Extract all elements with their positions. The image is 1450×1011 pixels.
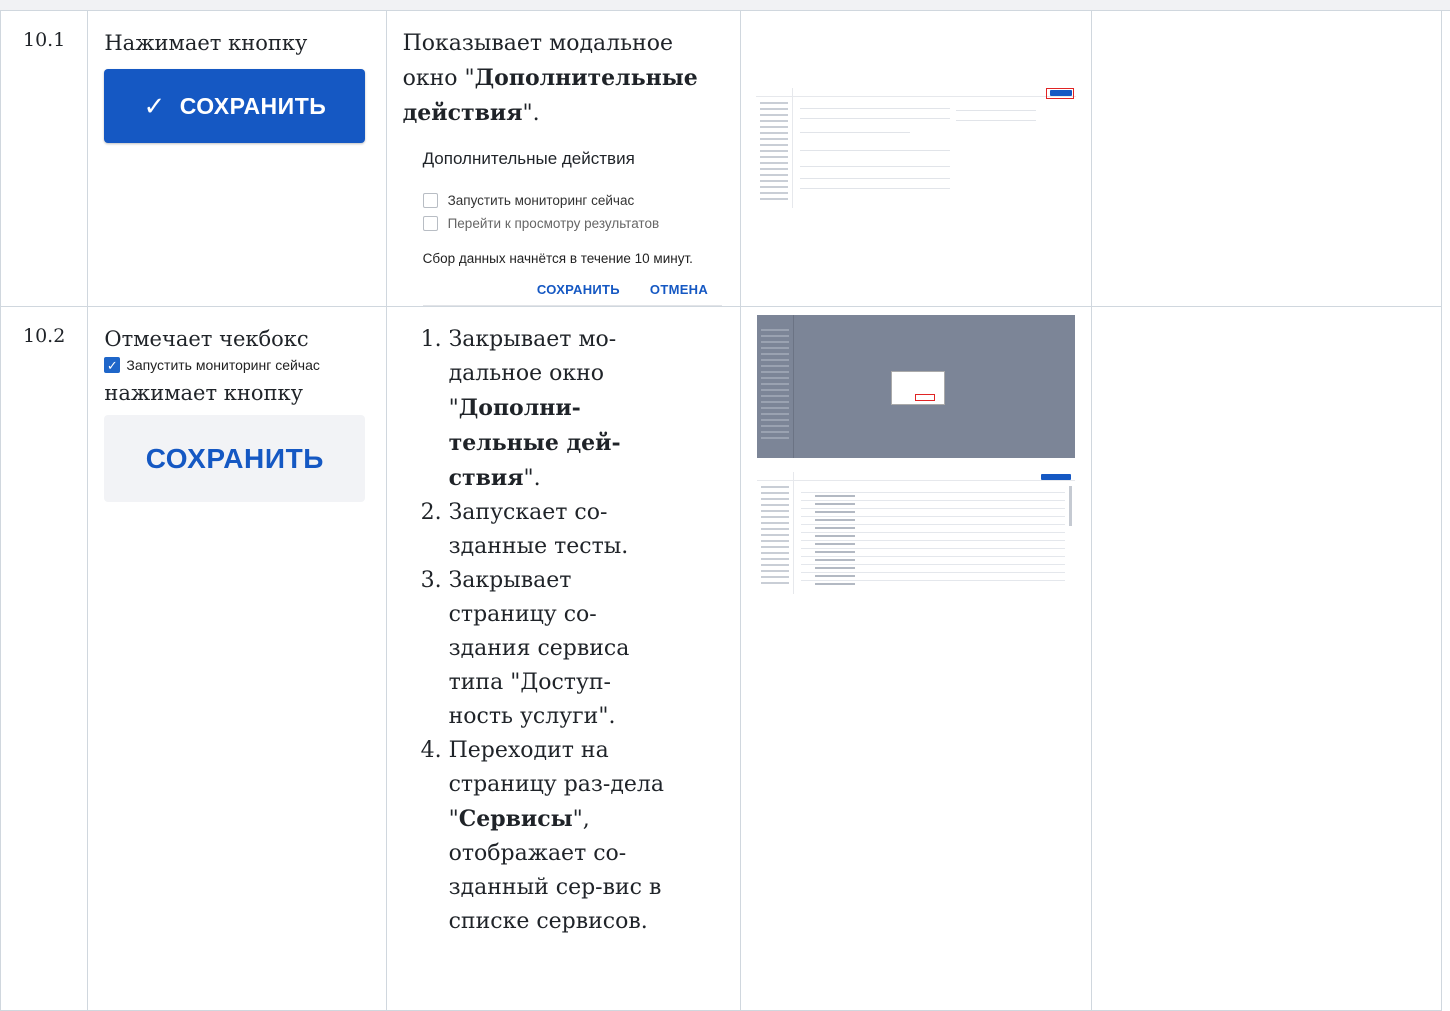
empty-cell bbox=[1090, 10, 1443, 307]
action-cell: Отмечает чекбокс ✓ Запустить мониторинг … bbox=[87, 306, 387, 1011]
modal-cancel-button[interactable]: ОТМЕНА bbox=[650, 282, 708, 297]
thumb-modal bbox=[890, 371, 945, 405]
form-screenshot-thumbnail bbox=[755, 88, 1076, 208]
action-text: нажимает кнопку bbox=[104, 381, 304, 405]
table-row: 10.1 Нажимает кнопку ✓ СОХРАНИТЬ Показыв… bbox=[0, 10, 1443, 307]
result-suffix: ". bbox=[522, 101, 540, 126]
list-item: Закрывает мо- дальное окно "Дополни-тель… bbox=[449, 323, 669, 496]
result-cell: Показывает модальное окно "Дополнительны… bbox=[385, 10, 742, 307]
action-cell: Нажимает кнопку ✓ СОХРАНИТЬ bbox=[87, 10, 387, 307]
highlight-box bbox=[914, 394, 935, 401]
check-icon: ✓ bbox=[143, 90, 166, 121]
result-list: Закрывает мо- дальное окно "Дополни-тель… bbox=[387, 323, 669, 939]
action-text: Отмечает чекбокс bbox=[104, 327, 309, 351]
modal-save-button[interactable]: СОХРАНИТЬ bbox=[537, 282, 620, 297]
thumb-topbar bbox=[755, 88, 1076, 97]
step-number-cell: 10.2 bbox=[0, 306, 89, 1011]
modal-overlay-screenshot-thumbnail bbox=[756, 315, 1075, 458]
thumb-sidebar bbox=[757, 472, 794, 594]
list-item: Закрывает страницу со-здания сервиса тип… bbox=[449, 564, 669, 734]
list-item: Переходит на страницу раз-дела "Сервисы"… bbox=[449, 734, 669, 939]
checkbox-label: Перейти к просмотру результатов bbox=[447, 216, 660, 231]
step-number: 10.2 bbox=[23, 325, 66, 347]
thumb-topbar bbox=[756, 472, 1075, 481]
screenshot-cell bbox=[740, 10, 1092, 307]
save-button-label: СОХРАНИТЬ bbox=[179, 92, 327, 119]
thumb-scrollbar bbox=[1068, 486, 1072, 526]
modal-note: Сбор данных начнётся в течение 10 минут. bbox=[422, 251, 693, 266]
checkbox-label: Запустить мониторинг сейчас bbox=[126, 357, 320, 373]
table-row: 10.2 Отмечает чекбокс ✓ Запустить монито… bbox=[0, 306, 1443, 1011]
result-text: Показывает модальное окно "Дополнительны… bbox=[387, 12, 739, 132]
screenshot-cell bbox=[740, 306, 1092, 1011]
empty-cell bbox=[1090, 306, 1443, 1011]
step-number-cell: 10.1 bbox=[0, 10, 89, 307]
thumb-sidebar bbox=[757, 315, 794, 458]
modal-actions: СОХРАНИТЬ ОТМЕНА bbox=[423, 282, 722, 297]
save-button-example[interactable]: ✓ СОХРАНИТЬ bbox=[104, 69, 366, 143]
services-list-screenshot-thumbnail bbox=[756, 472, 1075, 594]
checkbox-label: Запустить мониторинг сейчас bbox=[447, 193, 635, 208]
checkbox-icon bbox=[422, 216, 438, 231]
result-cell: Закрывает мо- дальное окно "Дополни-тель… bbox=[385, 306, 742, 1011]
highlight-box bbox=[1045, 88, 1074, 99]
modal-checkbox-monitoring[interactable]: Запустить мониторинг сейчас bbox=[422, 193, 722, 208]
list-item: Запускает со-зданные тесты. bbox=[449, 496, 669, 564]
checkbox-icon bbox=[422, 193, 438, 208]
modal-title: Дополнительные действия bbox=[422, 149, 635, 168]
action-text: Нажимает кнопку bbox=[104, 31, 308, 55]
thumb-sidebar bbox=[756, 88, 793, 208]
steps-table: 10.1 Нажимает кнопку ✓ СОХРАНИТЬ Показыв… bbox=[0, 10, 1443, 1011]
checkbox-checked-icon: ✓ bbox=[104, 357, 121, 373]
save-button-example[interactable]: СОХРАНИТЬ bbox=[104, 415, 366, 502]
thumb-create-button bbox=[1040, 474, 1071, 480]
monitoring-checkbox-example[interactable]: ✓ Запустить мониторинг сейчас bbox=[104, 357, 385, 373]
modal-checkbox-results[interactable]: Перейти к просмотру результатов bbox=[422, 216, 722, 231]
modal-screenshot: Дополнительные действия Запустить монито… bbox=[387, 131, 739, 306]
step-number: 10.1 bbox=[23, 29, 66, 51]
